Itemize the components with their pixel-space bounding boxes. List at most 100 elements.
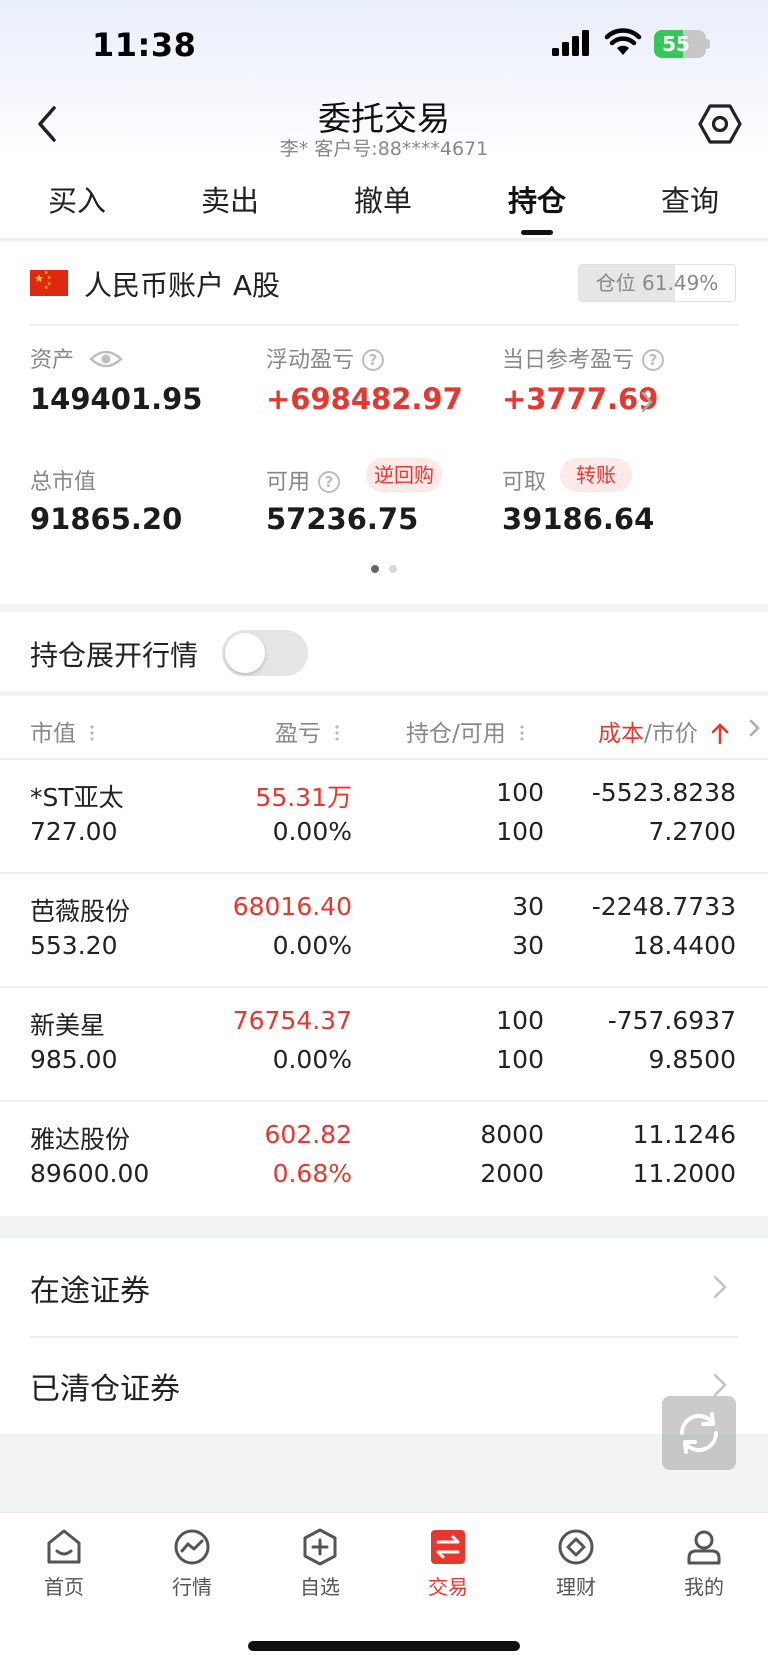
tab-buy[interactable]: 买入 <box>22 178 132 220</box>
eye-icon[interactable] <box>89 348 123 370</box>
available-value: 57236.75 <box>266 502 419 536</box>
nav-market[interactable]: 行情 <box>128 1527 256 1600</box>
stock-pnl-pct: 0.00% <box>272 817 352 846</box>
holding-row[interactable]: 雅达股份 89600.00 602.82 0.68% 8000 2000 11.… <box>0 1100 768 1214</box>
account-name: 人民币账户 A股 <box>84 269 281 302</box>
bottom-nav: 首页 行情 自选 交易 理财 我的 <box>0 1512 768 1662</box>
stock-price: 11.2000 <box>632 1159 736 1188</box>
tab-holdings[interactable]: 持仓 <box>482 178 592 220</box>
stock-market-value: 727.00 <box>30 817 118 846</box>
page-dot-active <box>371 565 379 573</box>
assets-label-group: 资产 <box>30 342 123 374</box>
daily-pnl-value[interactable]: +3777.69 <box>502 382 658 416</box>
expand-quotes-row: 持仓展开行情 <box>0 612 768 694</box>
stock-available: 30 <box>512 931 544 960</box>
available-label-group: 可用? <box>266 464 341 496</box>
header-cost-price[interactable]: 成本/市价 <box>598 714 729 748</box>
nav-trade[interactable]: 交易 <box>384 1527 512 1600</box>
holding-row[interactable]: 芭薇股份 553.20 68016.40 0.00% 30 30 -2248.7… <box>0 872 768 986</box>
withdrawable-value: 39186.64 <box>502 502 655 536</box>
account-summary: ★ ★ ★ ★ ★ 人民币账户 A股 仓位 61.49% 资产 149401.9… <box>0 242 768 604</box>
stock-name: 新美星 <box>30 1011 106 1040</box>
stock-cost: -757.6937 <box>607 1006 736 1035</box>
stock-pnl: 602.82 <box>264 1120 352 1149</box>
page-title: 委托交易 <box>318 99 450 138</box>
active-tab-indicator <box>521 230 553 235</box>
nav-wealth[interactable]: 理财 <box>512 1527 640 1600</box>
expand-quotes-label: 持仓展开行情 <box>30 639 199 672</box>
floating-pnl-label-group: 浮动盈亏? <box>266 342 385 374</box>
holding-row[interactable]: 新美星 985.00 76754.37 0.00% 100 100 -757.6… <box>0 986 768 1100</box>
more-vertical-icon <box>335 724 339 742</box>
chevron-right-icon <box>713 1275 727 1299</box>
stock-name: *ST亚太 <box>30 783 124 812</box>
more-vertical-icon <box>90 724 94 742</box>
settings-hexagon-icon[interactable] <box>696 100 744 148</box>
transfer-button[interactable]: 转账 <box>560 458 632 492</box>
wifi-icon <box>604 28 642 55</box>
wealth-icon <box>558 1529 594 1565</box>
reverse-repo-button[interactable]: 逆回购 <box>366 458 442 492</box>
assets-value: 149401.95 <box>30 382 203 416</box>
market-value: 91865.20 <box>30 502 183 536</box>
tab-cancel[interactable]: 撤单 <box>328 178 438 220</box>
expand-quotes-toggle[interactable] <box>222 630 308 676</box>
in-transit-securities-label: 在途证券 <box>30 1274 150 1309</box>
stock-position: 100 <box>496 778 544 807</box>
assets-label: 资产 <box>30 348 75 373</box>
scroll-right-icon[interactable] <box>748 718 762 738</box>
cleared-securities-label: 已清仓证券 <box>30 1372 180 1407</box>
stock-position: 8000 <box>480 1120 544 1149</box>
divider <box>30 324 738 326</box>
cleared-securities-link[interactable]: 已清仓证券 <box>0 1336 768 1434</box>
stock-position: 30 <box>512 892 544 921</box>
refresh-button[interactable] <box>662 1396 736 1470</box>
customer-info: 李* 客户号:88****4671 <box>279 138 489 160</box>
tab-sell[interactable]: 卖出 <box>175 178 285 220</box>
stock-pnl-pct: 0.00% <box>272 1045 352 1074</box>
stock-pnl-pct: 0.00% <box>272 931 352 960</box>
header-position[interactable]: 持仓/可用 <box>406 714 524 748</box>
home-indicator <box>248 1641 520 1651</box>
stock-name: 芭薇股份 <box>30 897 131 926</box>
in-transit-securities-link[interactable]: 在途证券 <box>0 1238 768 1338</box>
nav-home-label: 首页 <box>44 1575 84 1599</box>
help-icon[interactable]: ? <box>362 349 385 371</box>
chevron-right-icon[interactable] <box>640 390 654 414</box>
available-label: 可用 <box>266 470 311 495</box>
tab-query[interactable]: 查询 <box>635 178 745 220</box>
stock-pnl: 76754.37 <box>232 1006 352 1035</box>
trade-icon <box>431 1530 465 1564</box>
help-icon[interactable]: ? <box>642 349 665 371</box>
daily-pnl-label: 当日参考盈亏 <box>502 348 635 373</box>
header-pnl-text: 盈亏 <box>275 721 321 747</box>
header-price-text: /市价 <box>644 721 698 747</box>
more-vertical-icon <box>519 724 524 742</box>
nav-market-label: 行情 <box>172 1575 212 1599</box>
nav-watchlist[interactable]: 自选 <box>256 1527 384 1600</box>
nav-profile[interactable]: 我的 <box>640 1527 768 1600</box>
stock-market-value: 985.00 <box>30 1045 118 1074</box>
help-icon[interactable]: ? <box>318 471 341 493</box>
stock-pnl: 55.31万 <box>255 783 352 812</box>
withdrawable-label: 可取 <box>502 470 547 495</box>
position-ratio-badge[interactable]: 仓位 61.49% <box>578 264 736 302</box>
top-area: 11:38 55 委托交易 李* 客户号:88****4671 <box>0 0 768 160</box>
holding-row[interactable]: *ST亚太 727.00 55.31万 0.00% 100 100 -5523.… <box>0 758 768 872</box>
nav-home[interactable]: 首页 <box>0 1527 128 1600</box>
refresh-icon <box>679 1412 719 1454</box>
position-ratio-label: 仓位 61.49% <box>595 271 719 295</box>
chevron-right-icon <box>713 1373 727 1397</box>
stock-price: 9.8500 <box>648 1045 736 1074</box>
stock-price: 7.2700 <box>648 817 736 846</box>
stock-available: 100 <box>496 1045 544 1074</box>
home-icon <box>47 1529 81 1564</box>
page-indicator <box>0 558 768 577</box>
stock-position: 100 <box>496 1006 544 1035</box>
header-market-value[interactable]: 市值 <box>30 714 94 748</box>
stock-name: 雅达股份 <box>30 1125 131 1154</box>
header-pnl[interactable]: 盈亏 <box>275 714 339 748</box>
trade-tabs: 买入 卖出 撤单 持仓 查询 <box>0 160 768 240</box>
profile-icon <box>687 1530 721 1565</box>
cellular-signal-icon <box>552 30 589 56</box>
